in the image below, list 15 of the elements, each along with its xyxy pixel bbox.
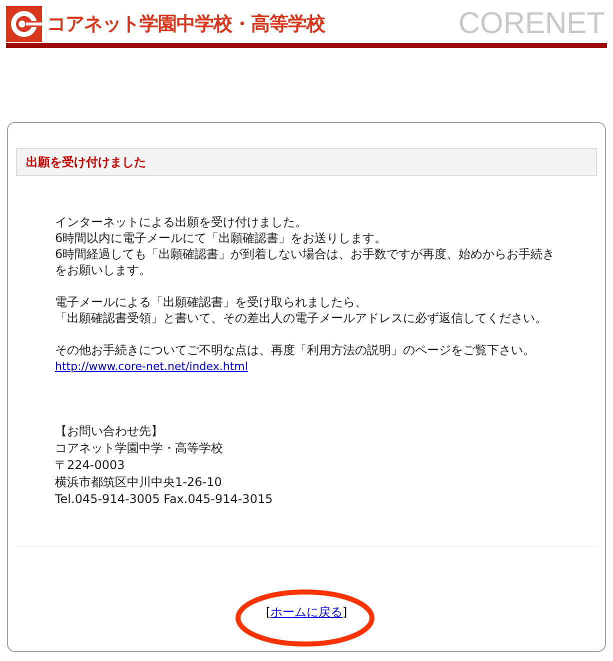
logo-icon — [6, 6, 42, 42]
site-link[interactable]: http://www.core-net.net/index.html — [55, 359, 248, 375]
school-name: コアネット学園中学校・高等学校 — [47, 12, 325, 37]
message-paragraph: 電子メールによる「出願確認書」を受け取られましたら、 「出願確認書受領」と書いて、その差出人の電子メールアドレスに必ず返信してください。 — [55, 294, 548, 326]
contact-line: 【お問い合わせ先】 — [55, 423, 164, 440]
home-link[interactable]: ホームに戻る — [270, 603, 342, 621]
bracket: ] — [342, 604, 348, 621]
contact-line: 横浜市都筑区中川中央1-26-10 — [55, 474, 223, 491]
contact-line: 〒224-0003 — [55, 457, 126, 474]
message-paragraph: その他お手続きについてご不明な点は、再度「利用方法の説明」のページをご覧下さい。 — [55, 342, 536, 358]
contact-line: コアネット学園中学・高等学校 — [55, 440, 224, 457]
notice-heading: 出願を受け付けました — [16, 148, 597, 176]
bracket: [ — [266, 604, 270, 621]
contact-line: Tel.045-914-3005 Fax.045-914-3015 — [55, 491, 274, 508]
message-paragraph: インターネットによる出願を受け付けました。 6時間以内に電子メールにて「出願確認書」をお送りします。 6時間経過しても「出願確認書」が到着しない場合は、お手数ですが再度、始めからお手続きをお願いします。 — [55, 214, 555, 278]
